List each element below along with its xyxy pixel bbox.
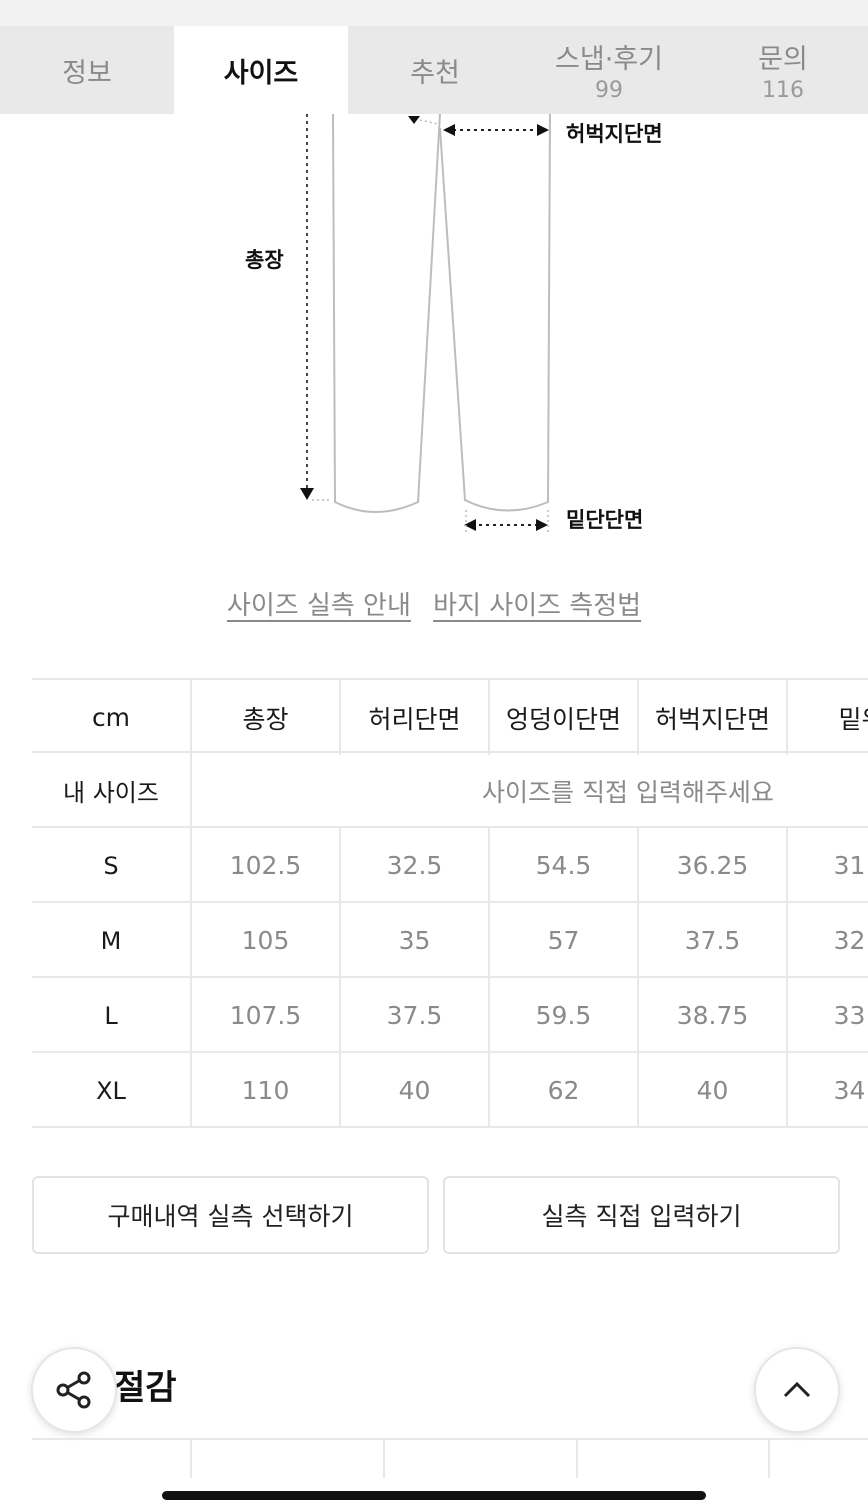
pants-illustration xyxy=(300,113,551,534)
table-cell: 110 xyxy=(241,1076,290,1105)
table-row: M 105 35 57 37.5 32.5 xyxy=(32,903,868,978)
tab-bar: 정보 사이즈 추천 스냅·후기 99 문의 116 xyxy=(0,26,868,114)
length-label: 총장 xyxy=(245,248,284,272)
table-cell: 32.5 xyxy=(833,926,868,955)
table-row: L 107.5 37.5 59.5 38.75 33.5 xyxy=(32,978,868,1053)
chevron-up-icon xyxy=(783,1381,811,1398)
table-cell: 54.5 xyxy=(535,851,592,880)
tab-label: 사이즈 xyxy=(223,57,299,89)
tab-label: 문의 xyxy=(758,44,808,75)
size-label: XL xyxy=(96,1076,126,1105)
top-strip xyxy=(0,0,868,26)
table-cell: 35 xyxy=(398,926,431,955)
column-header: 엉덩이단면 xyxy=(505,704,621,734)
share-icon xyxy=(56,1371,91,1409)
table-cell: 62 xyxy=(547,1076,580,1105)
unit-header: cm xyxy=(91,703,131,732)
tab-size[interactable]: 사이즈 xyxy=(174,26,348,114)
tab-label: 스냅·후기 xyxy=(555,44,663,75)
tab-info[interactable]: 정보 xyxy=(0,26,174,114)
table-cell: 59.5 xyxy=(535,1001,592,1030)
size-measure-guide-link[interactable]: 사이즈 실측 안내 xyxy=(227,591,411,621)
tab-recommend[interactable]: 추천 xyxy=(348,26,522,114)
table-cell: 32.5 xyxy=(386,851,443,880)
table-cell: 34.5 xyxy=(833,1076,868,1105)
table-cell: 33.5 xyxy=(833,1001,868,1030)
section-title: 절감 xyxy=(114,1368,177,1408)
table-cell: 57 xyxy=(547,926,580,955)
column-header: 허리단면 xyxy=(368,704,461,734)
my-size-input[interactable]: 사이즈를 직접 입력해주세요 xyxy=(192,753,868,828)
size-label: L xyxy=(104,1001,118,1030)
column-header: 총장 xyxy=(242,704,289,734)
button-label: 구매내역 실측 선택하기 xyxy=(107,1202,354,1231)
size-label: S xyxy=(103,851,119,880)
tab-count: 99 xyxy=(595,78,623,103)
size-table: cm 총장 허리단면 엉덩이단면 허벅지단면 밑위 내 사이즈 사이즈를 직접 … xyxy=(32,678,868,1128)
direct-input-measure-button[interactable]: 실측 직접 입력하기 xyxy=(443,1176,840,1254)
table-cell: 105 xyxy=(241,926,290,955)
table-cell: 36.25 xyxy=(676,851,749,880)
scroll-top-button[interactable] xyxy=(754,1347,840,1433)
tab-inquiry[interactable]: 문의 116 xyxy=(696,26,868,114)
column-header: 허벅지단면 xyxy=(654,704,770,734)
table-cell: 102.5 xyxy=(229,851,302,880)
select-purchase-measure-button[interactable]: 구매내역 실측 선택하기 xyxy=(32,1176,429,1254)
tab-label: 정보 xyxy=(62,57,112,89)
table-cell: 38.75 xyxy=(676,1001,749,1030)
table-cell: 107.5 xyxy=(229,1001,302,1030)
size-label: M xyxy=(100,926,122,955)
table-cell: 40 xyxy=(696,1076,729,1105)
table-cell: 37.5 xyxy=(386,1001,443,1030)
pants-measure-method-link[interactable]: 바지 사이즈 측정법 xyxy=(433,591,641,621)
table-row: S 102.5 32.5 54.5 36.25 31.5 xyxy=(32,828,868,903)
size-diagram: 허벅지단면 총장 밑단단면 xyxy=(0,113,868,544)
table-cell: 31.5 xyxy=(833,851,868,880)
column-header: 밑위 xyxy=(838,704,868,734)
table-row: XL 110 40 62 40 34.5 xyxy=(32,1053,868,1128)
tab-label: 추천 xyxy=(410,57,460,89)
my-size-label: 내 사이즈 xyxy=(63,779,159,807)
button-label: 실측 직접 입력하기 xyxy=(541,1202,742,1231)
table-cell: 37.5 xyxy=(684,926,741,955)
next-table-top xyxy=(32,1438,868,1478)
home-indicator xyxy=(162,1491,706,1500)
pants-outline xyxy=(332,113,551,513)
my-size-row: 내 사이즈 사이즈를 직접 입력해주세요 xyxy=(32,753,868,828)
table-header-row: cm 총장 허리단면 엉덩이단면 허벅지단면 밑위 xyxy=(32,678,868,755)
size-guide-links: 사이즈 실측 안내 바지 사이즈 측정법 xyxy=(0,585,868,622)
tab-count: 116 xyxy=(762,78,804,103)
thigh-label: 허벅지단면 xyxy=(566,122,663,146)
tab-snap-review[interactable]: 스냅·후기 99 xyxy=(522,26,696,114)
table-cell: 40 xyxy=(398,1076,431,1105)
share-button[interactable] xyxy=(31,1347,117,1433)
hem-label: 밑단단면 xyxy=(566,508,644,532)
